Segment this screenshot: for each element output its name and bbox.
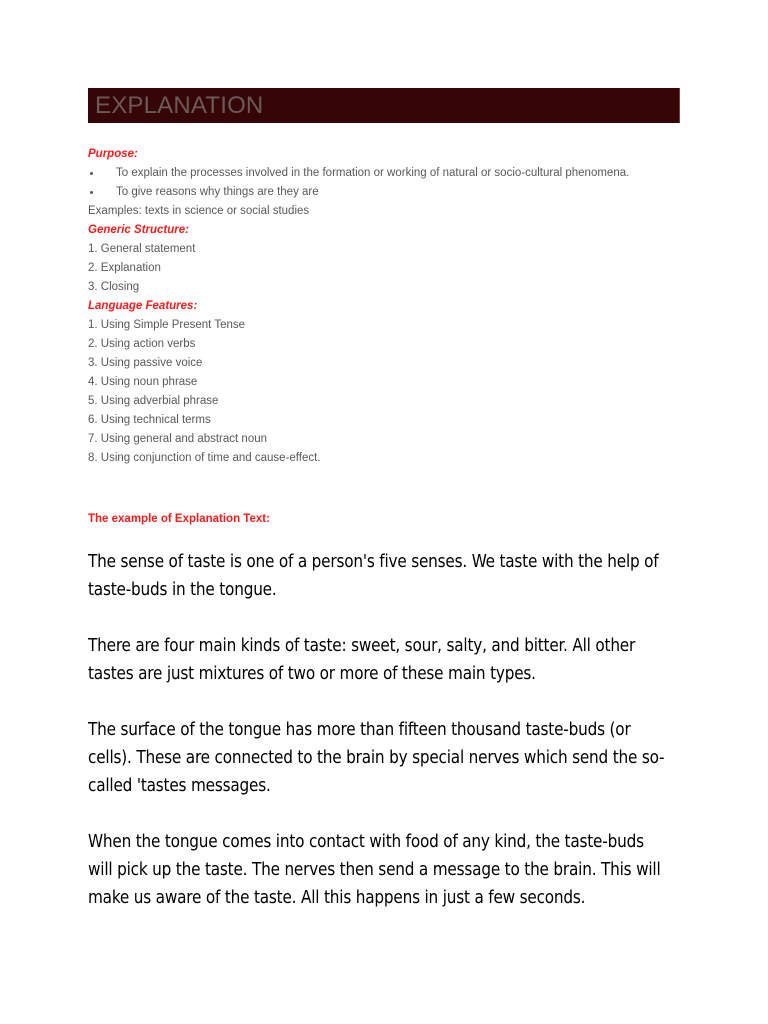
list-item: 1. Using Simple Present Tense — [88, 319, 246, 331]
document-title-bar: EXPLANATION — [88, 88, 680, 123]
language-features-list: 1. Using Simple Present Tense 2. Using a… — [88, 316, 688, 468]
purpose-heading: Purpose: — [88, 148, 138, 160]
list-item: 8. Using conjunction of time and cause-e… — [88, 452, 321, 464]
language-features-heading: Language Features: — [88, 300, 198, 312]
document-body: Purpose: To explain the processes involv… — [88, 145, 688, 529]
example-paragraph: The sense of taste is one of a person's … — [88, 552, 659, 600]
list-item-label: To explain the processes involved in the… — [116, 167, 630, 179]
list-item: 2. Explanation — [88, 262, 161, 274]
list-item: To give reasons why things are they are — [88, 183, 688, 202]
list-item: 4. Using noun phrase — [88, 376, 198, 388]
list-item: 1. General statement — [88, 243, 196, 255]
list-item-label: To give reasons why things are they are — [116, 186, 319, 198]
list-item: 3. Using passive voice — [88, 357, 203, 369]
generic-structure-list: 1. General statement 2. Explanation 3. C… — [88, 240, 688, 297]
generic-structure-heading: Generic Structure: — [88, 224, 189, 236]
example-paragraph: The surface of the tongue has more than … — [88, 720, 665, 796]
example-heading: The example of Explanation Text: — [88, 513, 270, 525]
purpose-examples-line: Examples: texts in science or social stu… — [88, 205, 310, 217]
list-item: 6. Using technical terms — [88, 414, 211, 426]
bullet-icon — [90, 172, 93, 175]
example-paragraph: When the tongue comes into contact with … — [88, 832, 661, 908]
bullet-icon — [90, 191, 93, 194]
list-item: 3. Closing — [88, 281, 140, 293]
list-item: To explain the processes involved in the… — [88, 164, 688, 183]
list-item: 5. Using adverbial phrase — [88, 395, 219, 407]
example-paragraph: There are four main kinds of taste: swee… — [88, 636, 636, 684]
example-text-block: The sense of taste is one of a person's … — [88, 548, 688, 940]
list-item: 7. Using general and abstract noun — [88, 433, 268, 445]
page-title: EXPLANATION — [95, 91, 264, 119]
list-item: 2. Using action verbs — [88, 338, 196, 350]
purpose-bullet-list: To explain the processes involved in the… — [88, 164, 688, 202]
document-page: EXPLANATION Purpose: To explain the proc… — [0, 0, 768, 1024]
